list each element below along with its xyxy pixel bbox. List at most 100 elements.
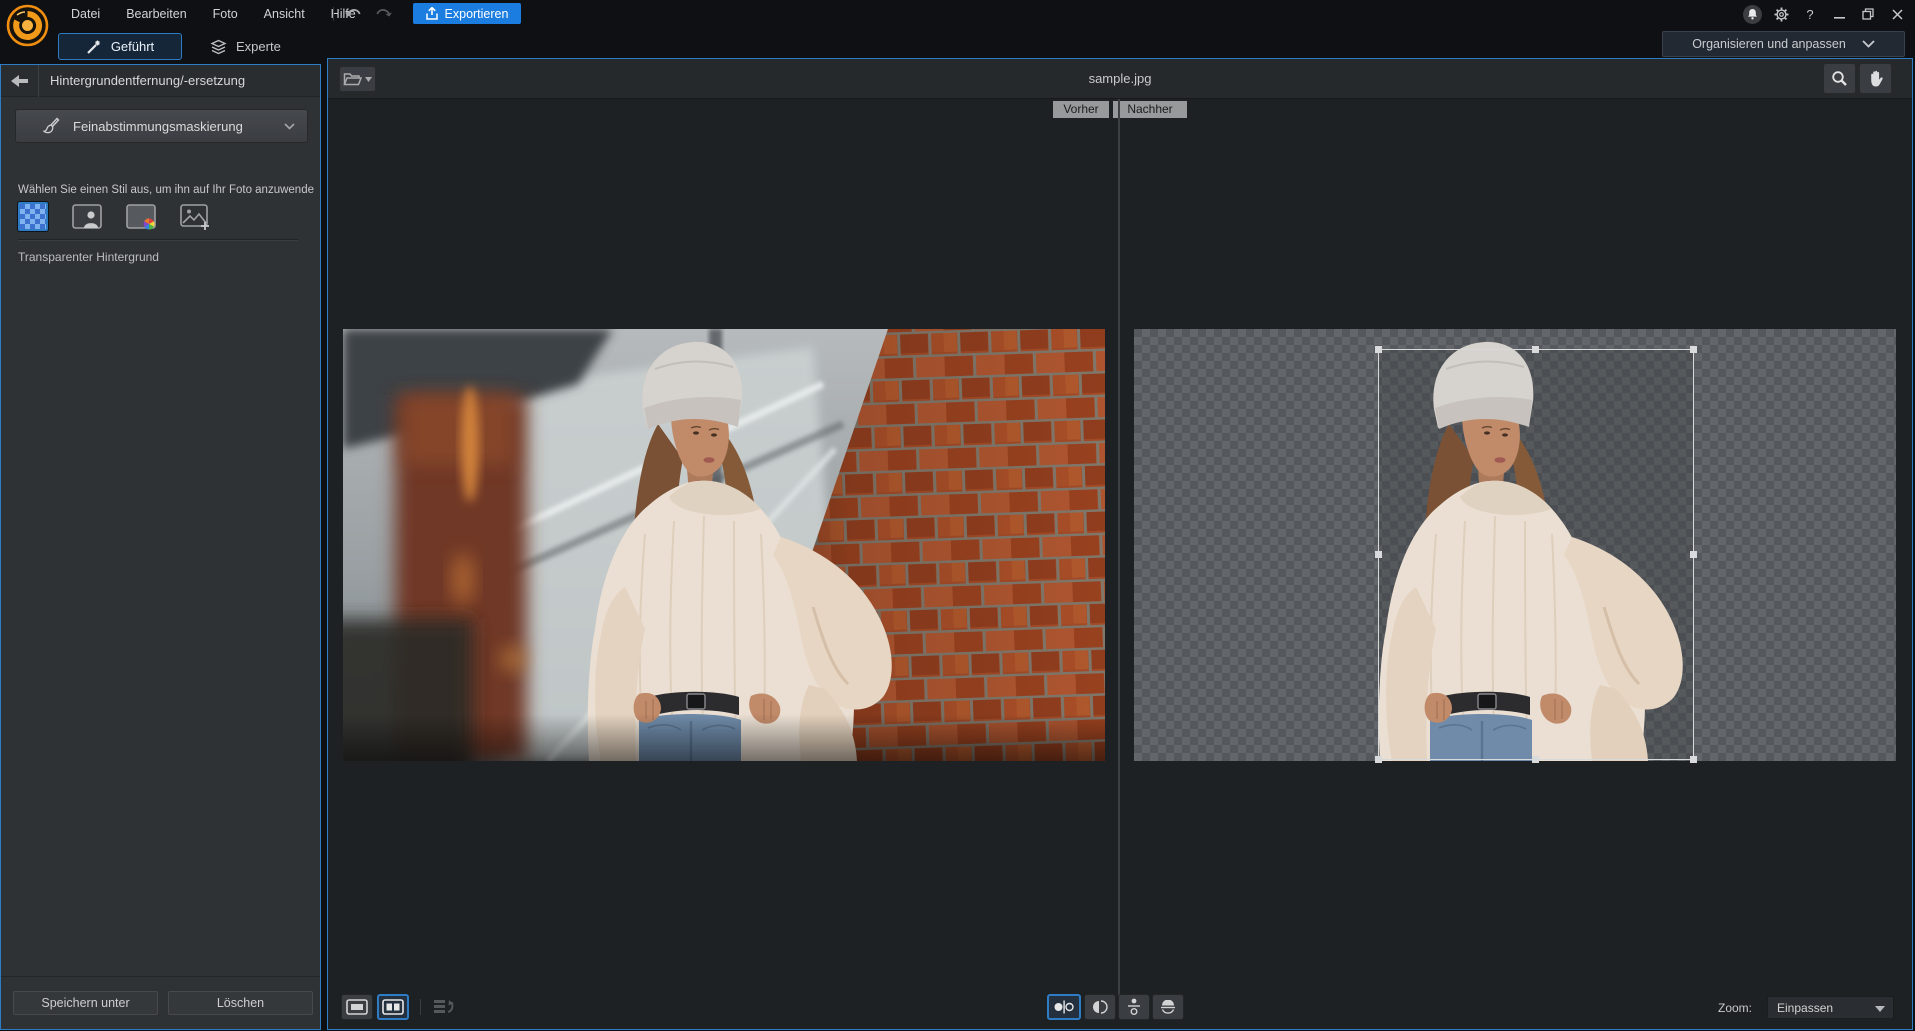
redo-icon bbox=[375, 7, 393, 21]
style-hint: Wählen Sie einen Stil aus, um ihn auf Ih… bbox=[18, 184, 314, 196]
guided-sidebar: Hintergrundentfernung/-ersetzung Feinabs… bbox=[0, 64, 321, 1030]
bell-icon bbox=[1743, 5, 1762, 24]
photodirector-logo bbox=[5, 3, 50, 48]
single-view-button[interactable] bbox=[341, 994, 373, 1020]
organize-dropdown[interactable]: Organisieren und anpassen bbox=[1662, 31, 1905, 57]
selection-handle[interactable] bbox=[1690, 551, 1697, 558]
zoom-value: Einpassen bbox=[1777, 1001, 1833, 1015]
restore-button[interactable] bbox=[1858, 4, 1878, 24]
selection-handle[interactable] bbox=[1375, 551, 1382, 558]
delete-button[interactable]: Löschen bbox=[168, 991, 313, 1015]
zoom-label: Zoom: bbox=[1718, 1001, 1752, 1015]
tab-experte-label: Experte bbox=[236, 39, 281, 54]
selection-handle[interactable] bbox=[1532, 756, 1539, 763]
save-as-button[interactable]: Speichern unter bbox=[13, 991, 158, 1015]
selection-handle[interactable] bbox=[1690, 346, 1697, 353]
tab-gefuehrt-label: Geführt bbox=[111, 39, 154, 54]
selection-handle[interactable] bbox=[1375, 756, 1382, 763]
compare-labels: Vorher Nachher bbox=[1053, 101, 1187, 118]
compare-split-left-right-button[interactable] bbox=[1084, 994, 1116, 1020]
selection-handle[interactable] bbox=[1375, 346, 1382, 353]
before-photo[interactable] bbox=[343, 329, 1105, 761]
after-photo[interactable] bbox=[1134, 329, 1896, 761]
mask-tool-dropdown[interactable]: Feinabstimmungsmaskierung bbox=[15, 109, 308, 143]
copy-adjustments-button[interactable] bbox=[430, 995, 460, 1019]
notifications-button[interactable] bbox=[1742, 4, 1762, 24]
gear-icon bbox=[1774, 7, 1789, 22]
menu-item-foto[interactable]: Foto bbox=[200, 0, 251, 28]
menu-bar: Datei Bearbeiten Foto Ansicht Hilfe bbox=[58, 0, 369, 28]
canvas-footer: Zoom: Einpassen bbox=[328, 991, 1912, 1029]
after-label[interactable]: Nachher bbox=[1113, 101, 1187, 118]
footer-divider bbox=[420, 999, 421, 1015]
compare-split-top-bottom-button[interactable] bbox=[1152, 994, 1184, 1020]
editor-canvas: sample.jpg Vorher Nachher bbox=[327, 58, 1913, 1030]
selected-style-label: Transparenter Hintergrund bbox=[18, 250, 159, 264]
sidebar-header: Hintergrundentfernung/-ersetzung bbox=[1, 65, 320, 97]
menu-item-bearbeiten[interactable]: Bearbeiten bbox=[113, 0, 199, 28]
canvas-header: sample.jpg bbox=[328, 59, 1912, 99]
brush-icon bbox=[41, 117, 60, 135]
magnifier-icon bbox=[1831, 70, 1848, 87]
export-label: Exportieren bbox=[445, 7, 509, 21]
panel-divider bbox=[1118, 99, 1120, 1006]
compare-split-left-right-icon bbox=[1092, 1000, 1108, 1014]
organize-label: Organisieren und anpassen bbox=[1692, 37, 1846, 51]
window-controls: ? bbox=[1742, 0, 1907, 28]
chevron-down-icon bbox=[1862, 40, 1875, 48]
chevron-down-icon bbox=[284, 123, 295, 130]
titlebar: Datei Bearbeiten Foto Ansicht Hilfe Expo… bbox=[0, 0, 1915, 28]
split-view-icon bbox=[382, 999, 404, 1015]
split-view-button[interactable] bbox=[377, 994, 409, 1020]
pan-tool-button[interactable] bbox=[1859, 63, 1892, 94]
help-button[interactable]: ? bbox=[1800, 4, 1820, 24]
compare-top-bottom-icon bbox=[1127, 998, 1141, 1016]
menu-item-datei[interactable]: Datei bbox=[58, 0, 113, 28]
mask-tool-label: Feinabstimmungsmaskierung bbox=[73, 119, 243, 134]
sidebar-footer: Speichern unter Löschen bbox=[1, 976, 320, 1029]
magic-wand-icon bbox=[86, 39, 102, 55]
back-button[interactable] bbox=[1, 65, 39, 97]
close-button[interactable] bbox=[1887, 4, 1907, 24]
hand-icon bbox=[1868, 70, 1884, 87]
undo-icon bbox=[344, 7, 362, 21]
selection-handle[interactable] bbox=[1690, 756, 1697, 763]
zoom-select[interactable]: Einpassen bbox=[1767, 996, 1894, 1019]
compare-split-top-bottom-icon bbox=[1159, 1000, 1177, 1014]
dropdown-arrow-icon bbox=[1875, 1006, 1885, 1012]
arrow-left-icon bbox=[10, 73, 29, 89]
restore-icon bbox=[1862, 8, 1874, 20]
compare-top-bottom-button[interactable] bbox=[1118, 994, 1150, 1020]
selection-handle[interactable] bbox=[1532, 346, 1539, 353]
sidebar-title: Hintergrundentfernung/-ersetzung bbox=[39, 73, 245, 88]
menu-item-ansicht[interactable]: Ansicht bbox=[251, 0, 318, 28]
minimize-icon bbox=[1834, 9, 1845, 20]
redo-button[interactable] bbox=[372, 4, 396, 24]
close-icon bbox=[1892, 9, 1903, 20]
style-color-background[interactable] bbox=[126, 202, 156, 231]
minimize-button[interactable] bbox=[1829, 4, 1849, 24]
settings-button[interactable] bbox=[1771, 4, 1791, 24]
before-label[interactable]: Vorher bbox=[1053, 101, 1109, 118]
filename-label: sample.jpg bbox=[328, 71, 1912, 86]
photodirector-window: { "titlebar": { "menu": ["Datei", "Bearb… bbox=[0, 0, 1915, 1031]
selection-box[interactable] bbox=[1378, 349, 1694, 760]
style-blur-background[interactable] bbox=[72, 202, 102, 231]
layers-icon bbox=[210, 39, 227, 55]
export-button[interactable]: Exportieren bbox=[413, 3, 521, 24]
tab-experte[interactable]: Experte bbox=[196, 33, 295, 60]
tab-gefuehrt[interactable]: Geführt bbox=[58, 33, 182, 60]
style-options bbox=[18, 202, 210, 231]
compare-side-by-side-button[interactable] bbox=[1047, 994, 1081, 1020]
undo-button[interactable] bbox=[341, 4, 365, 24]
sidebar-divider bbox=[18, 239, 298, 240]
style-custom-image[interactable] bbox=[180, 202, 210, 231]
titlebar-separator bbox=[333, 7, 334, 21]
copy-adjustments-icon bbox=[433, 998, 457, 1016]
single-view-icon bbox=[346, 999, 368, 1015]
zoom-tool-button[interactable] bbox=[1823, 63, 1856, 94]
style-transparent-background[interactable] bbox=[18, 202, 48, 231]
compare-side-by-side-icon bbox=[1053, 1000, 1075, 1014]
export-icon bbox=[426, 7, 438, 20]
sidebar-body: Feinabstimmungsmaskierung Wählen Sie ein… bbox=[1, 98, 320, 975]
